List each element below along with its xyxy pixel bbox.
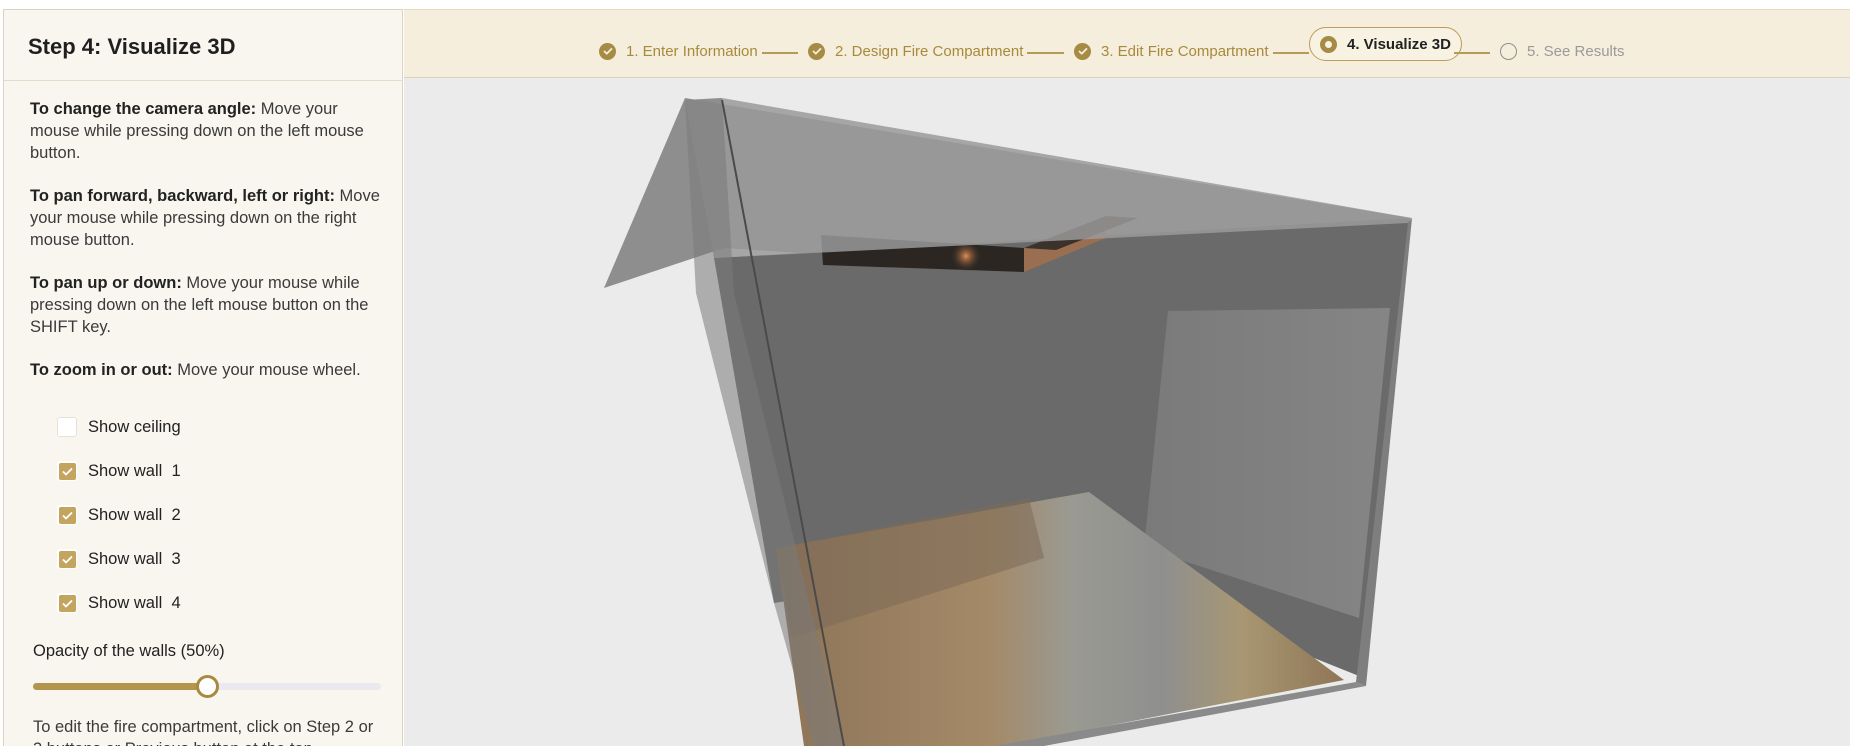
check-circle-icon: [1074, 42, 1091, 60]
show-wall-4-label: Show wall 4: [88, 593, 181, 612]
step-label: 3. Edit Fire Compartment: [1101, 42, 1269, 60]
instruction-pan-vertical: To pan up or down: Move your mouse while…: [30, 274, 369, 336]
checkmark-icon: [61, 511, 73, 520]
show-wall-2-toggle[interactable]: Show wall 2: [57, 503, 181, 527]
checkmark-icon: [61, 467, 73, 476]
sidebar-title: Step 4: Visualize 3D: [28, 34, 236, 59]
slider-thumb[interactable]: [196, 675, 219, 698]
3d-viewport-canvas[interactable]: [404, 78, 1850, 746]
wall-opacity-label: Opacity of the walls (50%): [33, 642, 225, 660]
slider-fill: [33, 683, 207, 690]
app-window: Step 4: Visualize 3D To change the camer…: [0, 0, 1850, 746]
instruction-zoom: To zoom in or out: Move your mouse wheel…: [30, 361, 361, 379]
step-label: 5. See Results: [1527, 42, 1625, 60]
radio-dot-icon: [1320, 35, 1337, 53]
step-label: 4. Visualize 3D: [1347, 35, 1451, 53]
show-wall-4-toggle[interactable]: Show wall 4: [57, 591, 181, 615]
wall-opacity-slider[interactable]: [33, 675, 381, 698]
show-ceiling-checkbox[interactable]: [57, 417, 77, 437]
step-design-fire-compartment[interactable]: 2. Design Fire Compartment: [808, 34, 1023, 68]
step-connector: [1454, 52, 1490, 54]
edit-compartment-note: To edit the fire compartment, click on S…: [33, 718, 374, 746]
show-wall-1-toggle[interactable]: Show wall 1: [57, 459, 181, 483]
show-wall-3-label: Show wall 3: [88, 549, 181, 568]
checkmark-icon: [61, 599, 73, 608]
3d-room-render: [604, 98, 1412, 746]
show-wall-1-label: Show wall 1: [88, 461, 181, 480]
empty-circle-icon: [1500, 42, 1517, 60]
show-ceiling-toggle[interactable]: Show ceiling: [57, 415, 181, 439]
step-see-results[interactable]: 5. See Results: [1500, 34, 1625, 68]
check-circle-icon: [599, 42, 616, 60]
show-wall-3-toggle[interactable]: Show wall 3: [57, 547, 181, 571]
step-label: 1. Enter Information: [626, 42, 758, 60]
show-wall-2-checkbox[interactable]: [57, 505, 77, 525]
step-enter-information[interactable]: 1. Enter Information: [599, 34, 758, 68]
show-wall-4-checkbox[interactable]: [57, 593, 77, 613]
show-ceiling-label: Show ceiling: [88, 417, 181, 436]
step-label: 2. Design Fire Compartment: [835, 42, 1024, 60]
sidebar-divider: [4, 80, 402, 81]
instruction-pan-horizontal: To pan forward, backward, left or right:…: [30, 187, 380, 249]
step-connector: [1027, 52, 1064, 54]
checkmark-icon: [61, 555, 73, 564]
sidebar-panel: Step 4: Visualize 3D To change the camer…: [3, 9, 403, 746]
step-visualize-3d[interactable]: 4. Visualize 3D: [1309, 27, 1462, 61]
step-connector: [1273, 52, 1309, 54]
show-wall-2-label: Show wall 2: [88, 505, 181, 524]
step-edit-fire-compartment[interactable]: 3. Edit Fire Compartment: [1074, 34, 1269, 68]
show-wall-3-checkbox[interactable]: [57, 549, 77, 569]
instruction-camera-angle: To change the camera angle: Move your mo…: [30, 100, 364, 162]
wizard-stepper: 1. Enter Information 2. Design Fire Comp…: [404, 9, 1850, 78]
step-connector: [762, 52, 798, 54]
check-circle-icon: [808, 42, 825, 60]
show-wall-1-checkbox[interactable]: [57, 461, 77, 481]
